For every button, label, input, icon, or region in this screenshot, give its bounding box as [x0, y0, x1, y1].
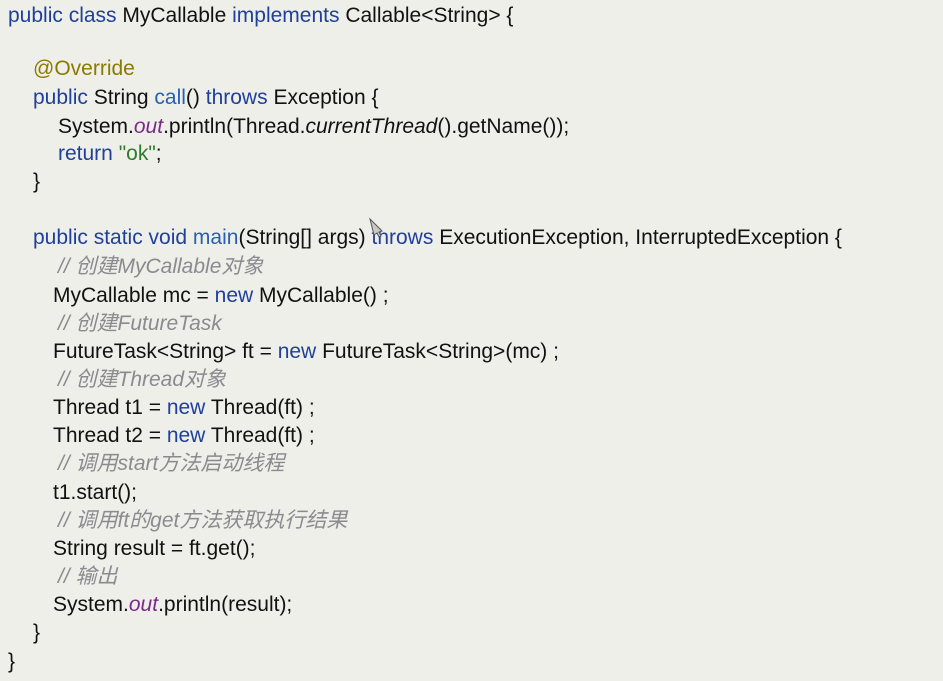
code-line-13: Thread t1 = new Thread(ft) ; — [53, 395, 315, 421]
code-token: (String[] args) — [238, 226, 372, 249]
code-token: String — [93, 86, 155, 109]
code-line-4: System.out.println(Thread.currentThread(… — [58, 114, 569, 140]
code-token: out — [128, 593, 159, 616]
code-line-20: System.out.println(result); — [53, 592, 292, 618]
code-token: new — [214, 284, 259, 307]
code-token: t1.start(); — [53, 481, 138, 504]
code-line-18: String result = ft.get(); — [53, 536, 256, 562]
code-token: // 创建FutureTask — [58, 312, 222, 335]
code-token: Thread(ft) ; — [210, 424, 315, 447]
code-line-1: public class MyCallable implements Calla… — [8, 3, 513, 29]
code-token: call — [154, 86, 186, 109]
code-token: .println(result); — [158, 593, 293, 616]
code-token: FutureTask<String> ft = — [53, 340, 278, 363]
code-token: ; — [155, 142, 162, 165]
code-token: out — [133, 115, 164, 138]
code-token: FutureTask<String>(mc) ; — [322, 340, 559, 363]
code-token: Thread t2 = — [53, 424, 167, 447]
code-view: public class MyCallable implements Calla… — [0, 0, 943, 681]
pointer-cursor-icon — [369, 217, 383, 237]
code-token: Exception { — [273, 86, 379, 109]
code-line-12: // 创建Thread对象 — [58, 367, 226, 393]
code-token: "ok" — [118, 142, 156, 165]
code-token: throws — [205, 86, 274, 109]
code-line-22: } — [8, 649, 15, 675]
code-token: // 调用ft的get方法获取执行结果 — [58, 509, 348, 532]
code-token: implements — [232, 4, 346, 27]
code-token: new — [166, 396, 211, 419]
code-line-3: public String call() throws Exception { — [33, 85, 379, 111]
code-token: MyCallable mc = — [53, 284, 215, 307]
code-line-11: FutureTask<String> ft = new FutureTask<S… — [53, 339, 559, 365]
code-token: currentThread — [305, 115, 438, 138]
code-token: () — [185, 86, 206, 109]
code-token: MyCallable — [122, 4, 233, 27]
code-line-17: // 调用ft的get方法获取执行结果 — [58, 508, 347, 534]
code-token: public class — [8, 4, 123, 27]
code-line-16: t1.start(); — [53, 480, 137, 506]
code-token: return — [58, 142, 119, 165]
code-token: Thread(ft) ; — [210, 396, 315, 419]
code-token: String result = ft.get(); — [53, 537, 256, 560]
code-token: MyCallable() ; — [259, 284, 389, 307]
code-line-9: MyCallable mc = new MyCallable() ; — [53, 283, 389, 309]
code-token: @Override — [33, 57, 135, 80]
code-token: // 输出 — [58, 565, 118, 588]
code-token: Thread t1 = — [53, 396, 167, 419]
code-token: System. — [58, 115, 134, 138]
code-token: // 调用start方法启动线程 — [58, 452, 285, 475]
code-token: ExecutionException, InterruptedException… — [439, 226, 842, 249]
code-line-6: } — [33, 169, 40, 195]
code-token: public static void — [33, 226, 193, 249]
code-line-7: public static void main(String[] args) t… — [33, 225, 842, 251]
code-token: main — [192, 226, 239, 249]
code-token: .println(Thread. — [163, 115, 306, 138]
code-line-2: @Override — [33, 56, 135, 82]
code-token: } — [33, 621, 41, 644]
code-token: } — [33, 170, 41, 193]
code-line-19: // 输出 — [58, 564, 118, 590]
code-token: // 创建MyCallable对象 — [58, 255, 264, 278]
code-line-8: // 创建MyCallable对象 — [58, 254, 263, 280]
code-token: // 创建Thread对象 — [58, 368, 227, 391]
code-line-10: // 创建FutureTask — [58, 311, 222, 337]
code-token: Callable<String> { — [345, 4, 514, 27]
code-token: ().getName()); — [437, 115, 570, 138]
code-line-15: // 调用start方法启动线程 — [58, 451, 284, 477]
code-line-21: } — [33, 620, 40, 646]
code-token: public — [33, 86, 94, 109]
code-token: System. — [53, 593, 129, 616]
code-token: } — [8, 650, 16, 673]
code-line-5: return "ok"; — [58, 141, 162, 167]
code-token: new — [277, 340, 323, 363]
code-line-14: Thread t2 = new Thread(ft) ; — [53, 423, 315, 449]
code-token: new — [166, 424, 211, 447]
